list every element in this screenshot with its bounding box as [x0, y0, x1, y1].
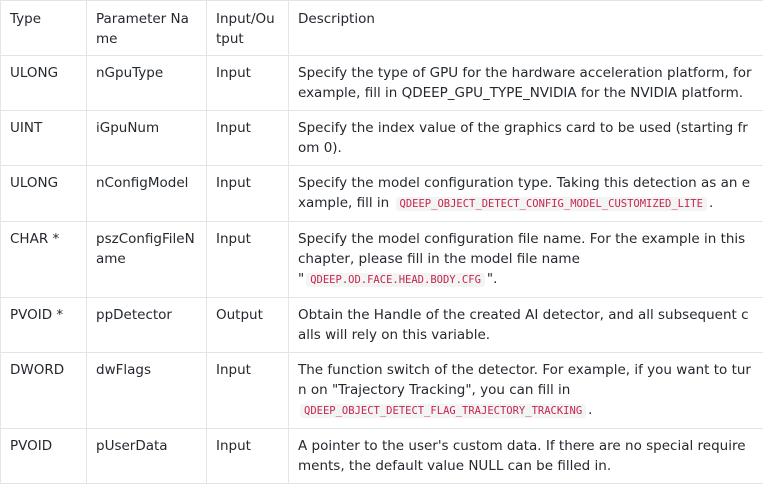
cell-parameter-name: pszConfigFileName	[87, 222, 207, 298]
cell-description: Specify the index value of the graphics …	[289, 111, 763, 166]
description-text: .	[709, 195, 713, 211]
table-row: ULONGnGpuTypeInputSpecify the type of GP…	[1, 56, 763, 111]
table-row: ULONGnConfigModelInputSpecify the model …	[1, 166, 763, 222]
header-description: Description	[289, 1, 763, 56]
description-text: Specify the type of GPU for the hardware…	[298, 65, 752, 101]
cell-description: Specify the model configuration type. Ta…	[289, 166, 763, 222]
cell-parameter-name: ppDetector	[87, 298, 207, 353]
cell-description: A pointer to the user's custom data. If …	[289, 429, 763, 484]
cell-input-output: Input	[207, 111, 289, 166]
cell-description: Specify the model configuration file nam…	[289, 222, 763, 298]
table-header-row: Type Parameter Name Input/Output Descrip…	[1, 1, 763, 56]
header-type: Type	[1, 1, 87, 56]
cell-parameter-name: nGpuType	[87, 56, 207, 111]
table-row: CHAR *pszConfigFileNameInputSpecify the …	[1, 222, 763, 298]
cell-input-output: Input	[207, 429, 289, 484]
description-text: The function switch of the detector. For…	[298, 362, 751, 398]
cell-input-output: Input	[207, 353, 289, 429]
cell-type: ULONG	[1, 166, 87, 222]
cell-parameter-name: pUserData	[87, 429, 207, 484]
table-row: PVOIDpUserDataInputA pointer to the user…	[1, 429, 763, 484]
cell-parameter-name: nConfigModel	[87, 166, 207, 222]
cell-type: ULONG	[1, 56, 87, 111]
description-text: Obtain the Handle of the created AI dete…	[298, 307, 749, 343]
cell-parameter-name: iGpuNum	[87, 111, 207, 166]
description-text: .	[588, 402, 592, 418]
cell-type: DWORD	[1, 353, 87, 429]
table-body: ULONGnGpuTypeInputSpecify the type of GP…	[1, 56, 763, 484]
cell-input-output: Input	[207, 166, 289, 222]
parameter-table: Type Parameter Name Input/Output Descrip…	[0, 0, 763, 484]
inline-code: QDEEP.OD.FACE.HEAD.BODY.CFG	[306, 273, 485, 287]
cell-type: PVOID	[1, 429, 87, 484]
header-parameter-name: Parameter Name	[87, 1, 207, 56]
description-text: ".	[487, 271, 498, 287]
table-row: DWORDdwFlagsInputThe function switch of …	[1, 353, 763, 429]
table-row: PVOID *ppDetectorOutputObtain the Handle…	[1, 298, 763, 353]
cell-input-output: Input	[207, 56, 289, 111]
inline-code: QDEEP_OBJECT_DETECT_FLAG_TRAJECTORY_TRAC…	[300, 404, 586, 418]
cell-parameter-name: dwFlags	[87, 353, 207, 429]
header-input-output: Input/Output	[207, 1, 289, 56]
table-row: UINTiGpuNumInputSpecify the index value …	[1, 111, 763, 166]
cell-input-output: Input	[207, 222, 289, 298]
description-text: A pointer to the user's custom data. If …	[298, 438, 746, 474]
inline-code: QDEEP_OBJECT_DETECT_CONFIG_MODEL_CUSTOMI…	[396, 197, 707, 211]
cell-description: The function switch of the detector. For…	[289, 353, 763, 429]
cell-type: UINT	[1, 111, 87, 166]
description-text: Specify the index value of the graphics …	[298, 120, 748, 156]
cell-description: Specify the type of GPU for the hardware…	[289, 56, 763, 111]
cell-type: PVOID *	[1, 298, 87, 353]
cell-input-output: Output	[207, 298, 289, 353]
cell-description: Obtain the Handle of the created AI dete…	[289, 298, 763, 353]
cell-type: CHAR *	[1, 222, 87, 298]
